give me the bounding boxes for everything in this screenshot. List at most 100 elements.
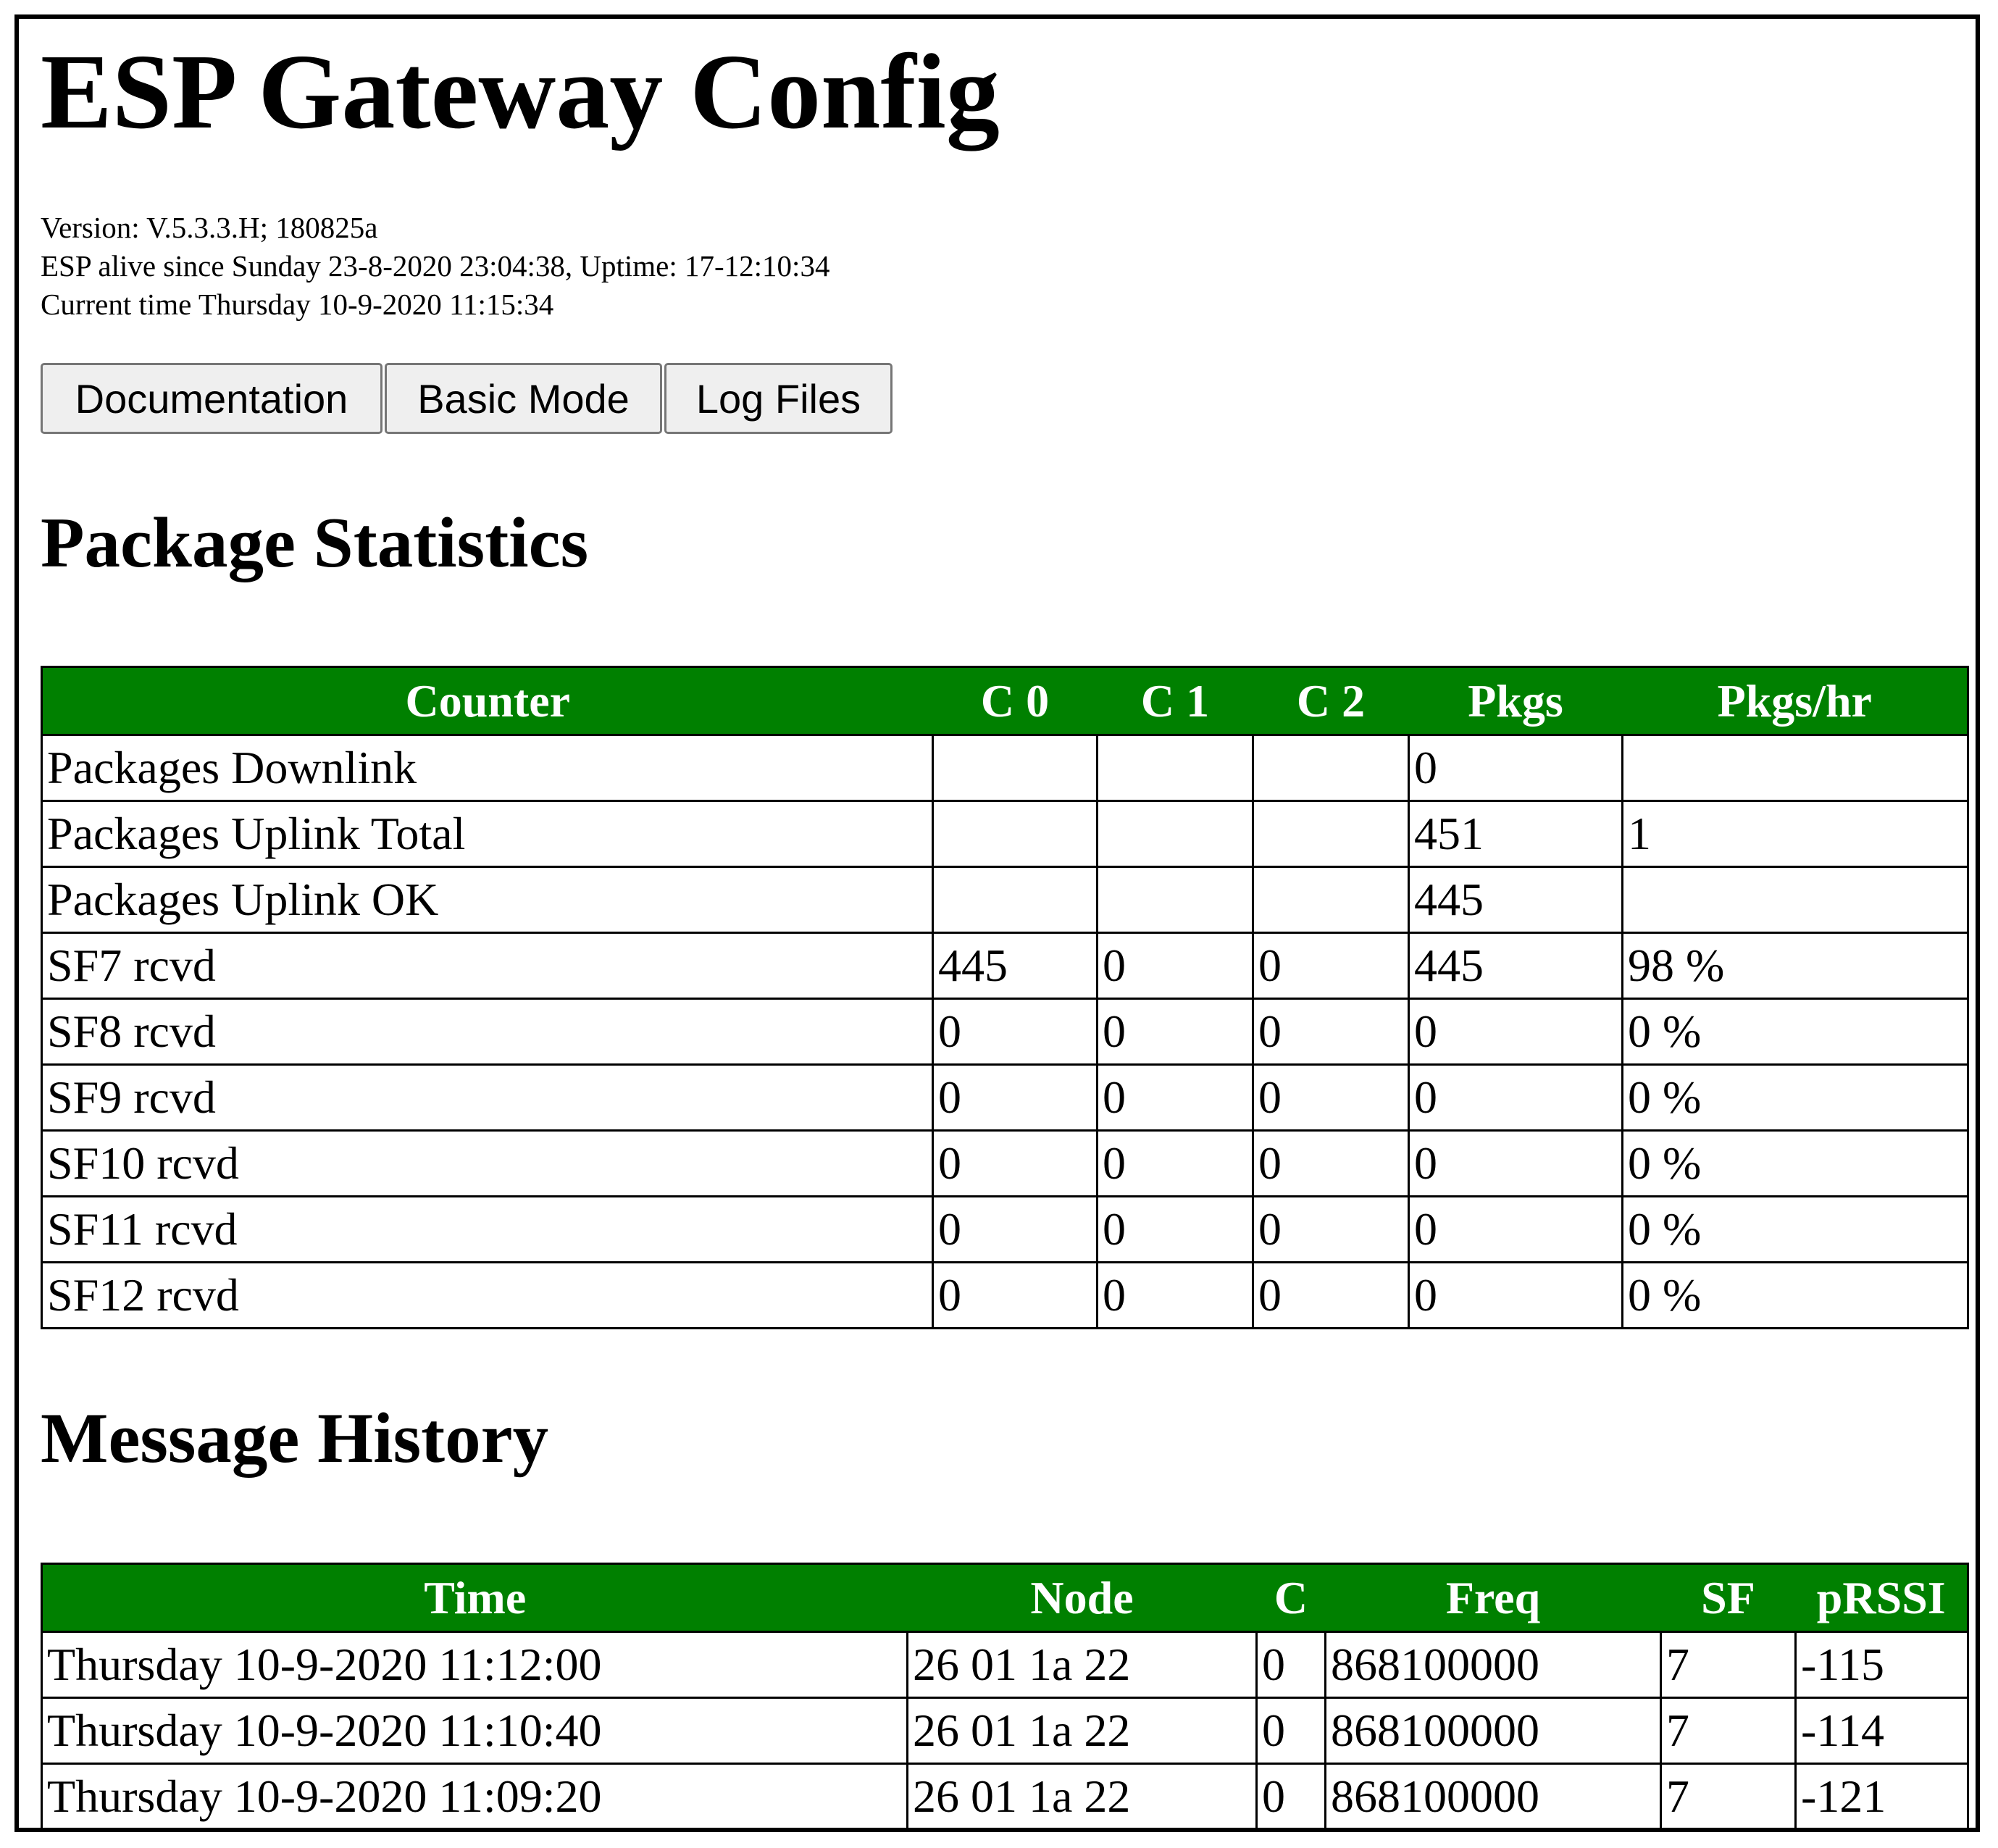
table-cell: SF10 rcvd xyxy=(41,1129,934,1197)
table-cell xyxy=(1621,866,1969,934)
table-cell: 0 xyxy=(1408,1195,1623,1263)
table-cell xyxy=(1661,1830,1796,1833)
table-cell: 0 xyxy=(932,1129,1098,1197)
table-row: Thursday 10-9-2020 11:10:40 26 01 1a 22 … xyxy=(41,1697,1969,1765)
gateway-info: Version: V.5.3.3.H; 180825a ESP alive si… xyxy=(41,209,829,324)
log-files-button[interactable]: Log Files xyxy=(664,363,893,434)
table-cell: SF7 rcvd xyxy=(41,932,934,1000)
table-row: SF12 rcvd 0 0 0 0 0 % xyxy=(41,1261,1969,1329)
version-line: Version: V.5.3.3.H; 180825a xyxy=(41,211,378,244)
table-row: SF11 rcvd 0 0 0 0 0 % xyxy=(41,1195,1969,1263)
table-cell: Thursday 10-9-2020 11:12:00 xyxy=(41,1631,908,1699)
column-header-counter: Counter xyxy=(41,666,933,736)
table-cell xyxy=(1796,1830,1968,1833)
table-row: Thursday 10-9-2020 11:12:00 26 01 1a 22 … xyxy=(41,1631,1969,1699)
table-cell: 445 xyxy=(1408,866,1623,934)
table-cell: 0 xyxy=(1408,1261,1623,1329)
table-cell: 7 xyxy=(1660,1763,1797,1828)
table-cell xyxy=(1096,866,1254,934)
column-header-channel: C xyxy=(1256,1563,1326,1633)
table-cell xyxy=(1096,734,1254,802)
table-cell xyxy=(1621,734,1969,802)
table-cell: 26 01 1a 22 xyxy=(906,1697,1258,1765)
table-cell: SF12 rcvd xyxy=(41,1261,934,1329)
table-cell xyxy=(1326,1830,1661,1833)
table-cell: 0 xyxy=(932,1261,1098,1329)
table-cell: 0 % xyxy=(1621,998,1969,1066)
table-cell: 0 % xyxy=(1621,1063,1969,1132)
table-row-partial xyxy=(42,1830,1968,1833)
table-cell: SF8 rcvd xyxy=(41,998,934,1066)
table-cell: 0 xyxy=(932,998,1098,1066)
alive-line: ESP alive since Sunday 23-8-2020 23:04:3… xyxy=(41,249,830,283)
table-cell xyxy=(42,1830,908,1833)
table-cell: 0 xyxy=(1252,1063,1410,1132)
table-cell: 0 % xyxy=(1621,1129,1969,1197)
table-cell: 0 xyxy=(1096,1195,1254,1263)
table-cell: 0 xyxy=(1096,932,1254,1000)
table-cell xyxy=(1257,1830,1326,1833)
table-cell: 0 xyxy=(932,1195,1098,1263)
table-cell: 868100000 xyxy=(1324,1631,1662,1699)
table-cell xyxy=(1096,800,1254,868)
column-header-sf: SF xyxy=(1660,1563,1796,1633)
table-cell: 0 xyxy=(1096,1261,1254,1329)
table-cell: 26 01 1a 22 xyxy=(906,1631,1258,1699)
table-cell: 26 01 1a 22 xyxy=(906,1763,1258,1828)
table-row: SF9 rcvd 0 0 0 0 0 % xyxy=(41,1063,1969,1132)
table-cell xyxy=(1252,734,1410,802)
message-history-title: Message History xyxy=(41,1399,549,1478)
table-cell: 0 xyxy=(1096,998,1254,1066)
table-cell: Thursday 10-9-2020 11:10:40 xyxy=(41,1697,908,1765)
package-statistics-table: Counter C 0 C 1 C 2 Pkgs Pkgs/hr Package… xyxy=(41,666,1969,1329)
table-cell: 445 xyxy=(1408,932,1623,1000)
table-cell: 0 xyxy=(1408,734,1623,802)
table-cell: 0 xyxy=(1408,1063,1623,1132)
table-cell: 0 xyxy=(1252,1261,1410,1329)
table-cell: 445 xyxy=(932,932,1098,1000)
table-cell: 0 xyxy=(1408,1129,1623,1197)
table-cell: SF11 rcvd xyxy=(41,1195,934,1263)
table-row: Packages Uplink Total 451 1 xyxy=(41,800,1969,868)
table-cell: 0 xyxy=(1255,1631,1326,1699)
column-header-time: Time xyxy=(41,1563,908,1633)
table-cell: 1 xyxy=(1621,800,1969,868)
table-cell: 0 xyxy=(932,1063,1098,1132)
table-cell: 0 xyxy=(1255,1697,1326,1765)
table-cell: SF9 rcvd xyxy=(41,1063,934,1132)
table-cell: 0 xyxy=(1408,998,1623,1066)
table-cell xyxy=(1252,866,1410,934)
column-header-node: Node xyxy=(907,1563,1257,1633)
table-cell: 868100000 xyxy=(1324,1697,1662,1765)
table-cell: 0 xyxy=(1252,932,1410,1000)
table-cell: 868100000 xyxy=(1324,1763,1662,1828)
basic-mode-button[interactable]: Basic Mode xyxy=(385,363,662,434)
table-header-row: Counter C 0 C 1 C 2 Pkgs Pkgs/hr xyxy=(41,666,1969,736)
table-row: Packages Uplink OK 445 xyxy=(41,866,1969,934)
table-cell: 98 % xyxy=(1621,932,1969,1000)
table-cell: 0 xyxy=(1252,998,1410,1066)
table-row: Packages Downlink 0 xyxy=(41,734,1969,802)
table-cell: 451 xyxy=(1408,800,1623,868)
table-cell xyxy=(932,800,1098,868)
table-cell: -115 xyxy=(1794,1631,1969,1699)
column-header-pkgs: Pkgs xyxy=(1408,666,1623,736)
table-cell: 0 xyxy=(1096,1129,1254,1197)
column-header-prssi: pRSSI xyxy=(1795,1563,1969,1633)
documentation-button[interactable]: Documentation xyxy=(41,363,383,434)
table-cell: 7 xyxy=(1660,1631,1797,1699)
table-cell: -114 xyxy=(1794,1697,1969,1765)
table-cell: Thursday 10-9-2020 11:09:20 xyxy=(41,1763,908,1828)
table-cell: 0 xyxy=(1252,1129,1410,1197)
package-statistics-title: Package Statistics xyxy=(41,503,589,582)
table-cell: 0 % xyxy=(1621,1261,1969,1329)
table-cell: 0 % xyxy=(1621,1195,1969,1263)
column-header-c0: C 0 xyxy=(932,666,1098,736)
table-row: SF7 rcvd 445 0 0 445 98 % xyxy=(41,932,1969,1000)
table-cell: 0 xyxy=(1252,1195,1410,1263)
page-title: ESP Gateway Config xyxy=(41,33,1000,151)
button-bar: Documentation Basic Mode Log Files xyxy=(41,363,893,434)
table-row: SF8 rcvd 0 0 0 0 0 % xyxy=(41,998,1969,1066)
table-cell: 7 xyxy=(1660,1697,1797,1765)
page-frame: ESP Gateway Config Version: V.5.3.3.H; 1… xyxy=(14,14,1980,1832)
